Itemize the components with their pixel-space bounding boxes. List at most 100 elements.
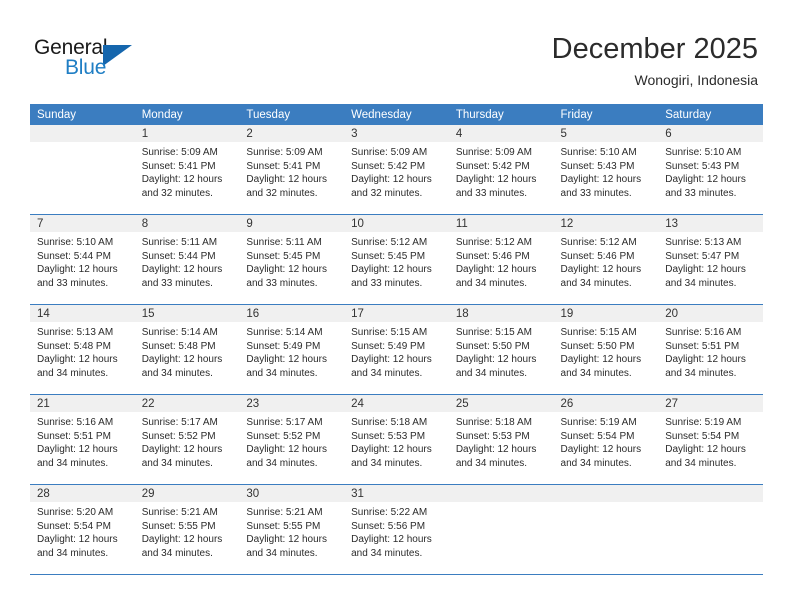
- day-detail-daylight1: Daylight: 12 hours: [665, 264, 746, 276]
- day-detail-sunrise: Sunrise: 5:13 AM: [665, 237, 742, 248]
- day-cell-inner: 24 Sunrise: 5:18 AM Sunset: 5:53 PM Dayligh…: [344, 395, 449, 484]
- day-detail-daylight2: and 33 minutes.: [351, 277, 423, 289]
- day-number: 17: [344, 305, 449, 322]
- day-cell-inner: 30 Sunrise: 5:21 AM Sunset: 5:55 PM Dayligh…: [239, 485, 345, 574]
- calendar-day-cell[interactable]: 31 Sunrise: 5:22 AM Sunset: 5:56 PM Dayligh…: [344, 484, 449, 575]
- day-cell-details: Sunrise: 5:16 AM Sunset: 5:51 PM Daylight:…: [658, 322, 763, 380]
- calendar-day-cell[interactable]: 1 Sunrise: 5:09 AM Sunset: 5:41 PM Daylight…: [134, 125, 240, 215]
- day-detail-daylight2: and 34 minutes.: [560, 277, 632, 289]
- calendar-day-cell-empty: [448, 484, 554, 575]
- calendar-day-cell[interactable]: 17 Sunrise: 5:15 AM Sunset: 5:49 PM Dayligh…: [344, 304, 449, 395]
- day-number: 23: [239, 395, 345, 412]
- title-block: December 2025 Wonogiri, Indonesia: [552, 32, 758, 90]
- day-number: 13: [658, 215, 763, 232]
- day-detail-daylight1: Daylight: 12 hours: [455, 354, 537, 366]
- day-detail-daylight1: Daylight: 12 hours: [141, 174, 223, 186]
- calendar-day-cell[interactable]: 4 Sunrise: 5:09 AM Sunset: 5:42 PM Daylight…: [448, 125, 554, 215]
- day-detail-daylight2: and 34 minutes.: [351, 547, 423, 559]
- day-detail-daylight2: and 34 minutes.: [246, 547, 318, 559]
- calendar-day-cell[interactable]: 16 Sunrise: 5:14 AM Sunset: 5:49 PM Dayligh…: [239, 304, 345, 395]
- general-blue-logo[interactable]: General Blue: [34, 36, 174, 86]
- day-detail-sunset: Sunset: 5:48 PM: [141, 340, 216, 352]
- day-number: 28: [30, 485, 135, 502]
- day-number: 24: [344, 395, 449, 412]
- day-detail-sunrise: Sunrise: 5:16 AM: [665, 327, 742, 338]
- calendar-day-cell[interactable]: 19 Sunrise: 5:15 AM Sunset: 5:50 PM Dayligh…: [553, 304, 659, 395]
- day-cell-details: [30, 142, 135, 146]
- day-cell-details: Sunrise: 5:09 AM Sunset: 5:42 PM Daylight:…: [449, 142, 554, 200]
- calendar-day-cell-empty: [658, 484, 763, 575]
- day-number: 1: [134, 125, 240, 142]
- day-cell-details: Sunrise: 5:19 AM Sunset: 5:54 PM Daylight:…: [658, 412, 763, 470]
- day-detail-sunrise: Sunrise: 5:09 AM: [246, 147, 323, 158]
- day-detail-daylight2: and 34 minutes.: [665, 277, 737, 289]
- calendar-day-cell[interactable]: 8 Sunrise: 5:11 AM Sunset: 5:44 PM Daylight…: [134, 214, 240, 305]
- day-detail-daylight1: Daylight: 12 hours: [455, 444, 537, 456]
- calendar-day-cell[interactable]: 6 Sunrise: 5:10 AM Sunset: 5:43 PM Daylight…: [658, 125, 763, 215]
- calendar-day-cell[interactable]: 7 Sunrise: 5:10 AM Sunset: 5:44 PM Daylight…: [30, 214, 135, 305]
- calendar-day-cell[interactable]: 22 Sunrise: 5:17 AM Sunset: 5:52 PM Dayligh…: [134, 394, 240, 485]
- calendar-day-cell[interactable]: 29 Sunrise: 5:21 AM Sunset: 5:55 PM Dayligh…: [134, 484, 240, 575]
- weekday-header-tuesday: Tuesday: [239, 104, 345, 125]
- day-detail-daylight1: Daylight: 12 hours: [351, 174, 432, 186]
- day-detail-sunset: Sunset: 5:44 PM: [37, 250, 111, 262]
- calendar-day-cell[interactable]: 27 Sunrise: 5:19 AM Sunset: 5:54 PM Dayligh…: [658, 394, 763, 485]
- calendar-day-cell[interactable]: 9 Sunrise: 5:11 AM Sunset: 5:45 PM Daylight…: [239, 214, 345, 305]
- day-detail-daylight2: and 34 minutes.: [246, 457, 318, 469]
- day-detail-sunset: Sunset: 5:51 PM: [37, 430, 111, 442]
- calendar-day-cell[interactable]: 15 Sunrise: 5:14 AM Sunset: 5:48 PM Dayligh…: [134, 304, 240, 395]
- day-detail-sunrise: Sunrise: 5:10 AM: [560, 147, 637, 158]
- day-detail-daylight1: Daylight: 12 hours: [37, 354, 118, 366]
- calendar-day-cell[interactable]: 3 Sunrise: 5:09 AM Sunset: 5:42 PM Daylight…: [344, 125, 449, 215]
- calendar-day-cell[interactable]: 23 Sunrise: 5:17 AM Sunset: 5:52 PM Dayligh…: [239, 394, 345, 485]
- day-detail-sunrise: Sunrise: 5:21 AM: [141, 507, 218, 518]
- day-detail-daylight1: Daylight: 12 hours: [560, 264, 642, 276]
- day-detail-sunrise: Sunrise: 5:11 AM: [246, 237, 322, 248]
- day-detail-daylight1: Daylight: 12 hours: [351, 534, 432, 546]
- day-cell-inner: 9 Sunrise: 5:11 AM Sunset: 5:45 PM Daylight…: [239, 215, 345, 304]
- day-detail-daylight2: and 32 minutes.: [141, 187, 213, 199]
- day-detail-sunset: Sunset: 5:43 PM: [665, 160, 740, 172]
- calendar-day-cell[interactable]: 20 Sunrise: 5:16 AM Sunset: 5:51 PM Dayligh…: [658, 304, 763, 395]
- calendar-day-cell-empty: [553, 484, 659, 575]
- calendar-day-cell[interactable]: 24 Sunrise: 5:18 AM Sunset: 5:53 PM Dayligh…: [344, 394, 449, 485]
- calendar-day-cell[interactable]: 14 Sunrise: 5:13 AM Sunset: 5:48 PM Dayligh…: [30, 304, 135, 395]
- day-detail-sunrise: Sunrise: 5:17 AM: [246, 417, 323, 428]
- calendar-day-cell[interactable]: 2 Sunrise: 5:09 AM Sunset: 5:41 PM Daylight…: [239, 125, 345, 215]
- day-detail-sunset: Sunset: 5:50 PM: [560, 340, 635, 352]
- calendar-day-cell[interactable]: 30 Sunrise: 5:21 AM Sunset: 5:55 PM Dayligh…: [239, 484, 345, 575]
- day-number: 15: [134, 305, 240, 322]
- calendar-day-cell[interactable]: 28 Sunrise: 5:20 AM Sunset: 5:54 PM Dayligh…: [30, 484, 135, 575]
- day-number: 11: [448, 215, 554, 232]
- calendar-day-cell[interactable]: 10 Sunrise: 5:12 AM Sunset: 5:45 PM Dayligh…: [344, 214, 449, 305]
- day-detail-daylight2: and 34 minutes.: [351, 457, 423, 469]
- calendar-day-cell[interactable]: 5 Sunrise: 5:10 AM Sunset: 5:43 PM Daylight…: [553, 125, 659, 215]
- day-detail-daylight1: Daylight: 12 hours: [141, 354, 223, 366]
- day-detail-sunrise: Sunrise: 5:19 AM: [665, 417, 742, 428]
- calendar-day-cell[interactable]: 26 Sunrise: 5:19 AM Sunset: 5:54 PM Dayligh…: [553, 394, 659, 485]
- calendar-body: 1 Sunrise: 5:09 AM Sunset: 5:41 PM Daylight…: [30, 125, 763, 575]
- day-detail-daylight1: Daylight: 12 hours: [665, 354, 746, 366]
- calendar-day-cell[interactable]: 21 Sunrise: 5:16 AM Sunset: 5:51 PM Dayligh…: [30, 394, 135, 485]
- calendar-day-cell[interactable]: 13 Sunrise: 5:13 AM Sunset: 5:47 PM Dayligh…: [658, 214, 763, 305]
- day-cell-details: Sunrise: 5:17 AM Sunset: 5:52 PM Daylight:…: [239, 412, 344, 470]
- day-detail-sunset: Sunset: 5:56 PM: [351, 520, 426, 532]
- calendar-day-cell[interactable]: 11 Sunrise: 5:12 AM Sunset: 5:46 PM Dayligh…: [448, 214, 554, 305]
- day-detail-sunset: Sunset: 5:53 PM: [351, 430, 426, 442]
- day-cell-inner: [553, 485, 659, 574]
- day-cell-details: Sunrise: 5:12 AM Sunset: 5:46 PM Daylight:…: [554, 232, 659, 290]
- calendar-day-cell[interactable]: 12 Sunrise: 5:12 AM Sunset: 5:46 PM Dayligh…: [553, 214, 659, 305]
- day-cell-details: Sunrise: 5:13 AM Sunset: 5:48 PM Daylight:…: [30, 322, 135, 380]
- calendar-day-cell[interactable]: 18 Sunrise: 5:15 AM Sunset: 5:50 PM Dayligh…: [448, 304, 554, 395]
- day-detail-daylight2: and 33 minutes.: [37, 277, 109, 289]
- day-detail-daylight1: Daylight: 12 hours: [246, 174, 328, 186]
- calendar-day-cell[interactable]: 25 Sunrise: 5:18 AM Sunset: 5:53 PM Dayligh…: [448, 394, 554, 485]
- day-number: 6: [658, 125, 763, 142]
- day-detail-sunset: Sunset: 5:49 PM: [246, 340, 321, 352]
- day-detail-daylight1: Daylight: 12 hours: [560, 444, 642, 456]
- day-detail-daylight1: Daylight: 12 hours: [246, 534, 328, 546]
- day-cell-inner: 12 Sunrise: 5:12 AM Sunset: 5:46 PM Dayligh…: [553, 215, 659, 304]
- day-cell-details: [449, 502, 554, 506]
- calendar-week-row: 7 Sunrise: 5:10 AM Sunset: 5:44 PM Daylight…: [30, 214, 763, 305]
- day-detail-sunrise: Sunrise: 5:18 AM: [455, 417, 532, 428]
